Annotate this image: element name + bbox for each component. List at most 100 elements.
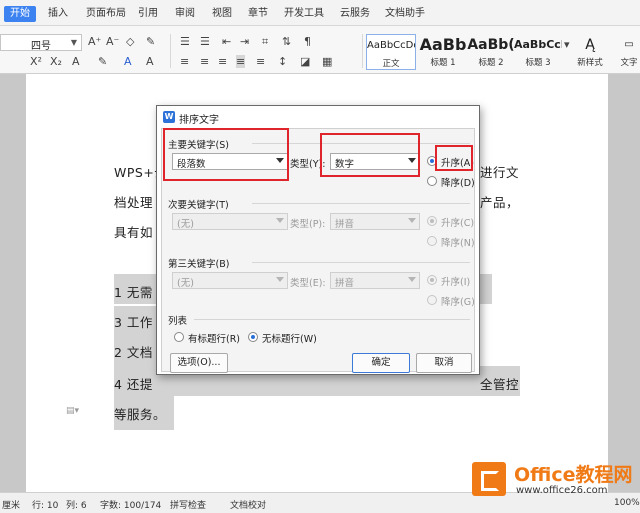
group-divider — [252, 203, 470, 204]
doc-fragment: 全管控 — [480, 377, 520, 392]
annotation-box-ascending — [435, 145, 473, 171]
shrink-font-icon[interactable]: A⁻ — [106, 35, 119, 48]
primary-desc-radio[interactable] — [427, 176, 437, 186]
clear-format-icon[interactable]: ◇ — [126, 35, 134, 48]
style-heading-2[interactable]: AaBb( 标题 2 — [466, 34, 516, 70]
secondary-key-select[interactable]: (无) — [172, 213, 288, 230]
align-right-icon[interactable]: ≡ — [218, 55, 227, 68]
third-type-label: 类型(E): — [290, 278, 326, 289]
justify-icon[interactable]: ≡ — [236, 55, 246, 68]
status-col: 列: 6 — [66, 501, 87, 511]
third-desc-label[interactable]: 降序(G) — [441, 294, 475, 308]
text-color-icon[interactable]: ✎ — [98, 55, 107, 68]
no-header-label[interactable]: 无标题行(W) — [262, 331, 317, 345]
secondary-desc-radio[interactable] — [427, 236, 437, 246]
tab-doc-assistant[interactable]: 文档助手 — [385, 6, 425, 22]
tab-view[interactable]: 视图 — [212, 6, 232, 22]
chinese-layout-icon[interactable]: ⌗ — [262, 35, 268, 49]
secondary-key-label: 次要关键字(T) — [168, 200, 229, 211]
third-asc-label[interactable]: 升序(I) — [441, 274, 470, 288]
tab-cloud[interactable]: 云服务 — [340, 6, 370, 22]
superscript-icon[interactable]: X² — [30, 55, 42, 68]
secondary-type-select[interactable]: 拼音 — [330, 213, 420, 230]
style-name: 标题 2 — [478, 58, 504, 68]
toolbar-divider — [362, 34, 363, 68]
third-desc-radio[interactable] — [427, 295, 437, 305]
cancel-button[interactable]: 取消 — [416, 353, 472, 373]
indent-icon[interactable]: ⇥ — [240, 35, 249, 48]
paragraph-mark-icon[interactable]: ▤▾ — [66, 406, 79, 416]
tab-insert[interactable]: 插入 — [48, 6, 68, 22]
char-shading-icon[interactable]: A — [146, 55, 154, 68]
third-key-value: (无) — [177, 278, 194, 289]
has-header-radio[interactable] — [174, 332, 184, 342]
text-tool-label: 文字 — [620, 58, 638, 68]
align-left-icon[interactable]: ≡ — [180, 55, 189, 68]
has-header-label[interactable]: 有标题行(R) — [188, 331, 240, 345]
third-key-label: 第三关键字(B) — [168, 259, 230, 270]
doc-line: 3 工作 — [114, 315, 153, 330]
shading-icon[interactable]: ◪ — [300, 55, 310, 68]
grow-font-icon[interactable]: A⁺ — [88, 35, 101, 48]
distribute-icon[interactable]: ≡ — [256, 55, 265, 68]
ok-button[interactable]: 确定 — [352, 353, 410, 373]
tab-home[interactable]: 开始 — [4, 6, 36, 22]
doc-fragment: 产品， — [480, 195, 520, 210]
numbered-list-icon[interactable]: ☰ — [200, 35, 210, 48]
primary-desc-label[interactable]: 降序(D) — [441, 175, 475, 189]
secondary-asc-radio[interactable] — [427, 216, 437, 226]
annotation-box-primary-key — [163, 128, 289, 181]
group-divider — [194, 319, 470, 320]
font-color-icon[interactable]: A — [124, 55, 132, 68]
chevron-down-icon — [276, 277, 284, 282]
status-unit: 厘米 — [2, 501, 21, 511]
ribbon-tabs: 开始 插入 页面布局 引用 审阅 视图 章节 开发工具 云服务 文档助手 — [0, 0, 640, 26]
new-style-button[interactable]: Ą 新样式 — [570, 34, 610, 70]
doc-check-toggle[interactable]: 文档校对 — [230, 498, 266, 511]
bullet-list-icon[interactable]: ☰ — [180, 35, 190, 48]
font-size-select[interactable]: 四号 ▼ — [0, 34, 82, 52]
third-asc-radio[interactable] — [427, 275, 437, 285]
doc-line: 1 无需 — [114, 285, 153, 300]
office26-watermark: Office教程网 www.office26.com — [470, 458, 640, 504]
style-heading-1[interactable]: AaBb 标题 1 — [418, 34, 468, 70]
watermark-brand: Office教程网 — [514, 464, 633, 486]
no-header-radio[interactable] — [248, 332, 258, 342]
pinyin-icon[interactable]: ✎ — [146, 35, 155, 48]
tab-page-layout[interactable]: 页面布局 — [86, 6, 126, 22]
text-tool-button[interactable]: ▭ 文字 — [614, 34, 640, 70]
secondary-desc-label[interactable]: 降序(N) — [441, 235, 475, 249]
show-marks-icon[interactable]: ¶ — [304, 35, 311, 48]
line-spacing-icon[interactable]: ↕ — [278, 55, 287, 68]
subscript-icon[interactable]: X₂ — [50, 55, 62, 68]
doc-line: 2 文档 — [114, 345, 153, 360]
outdent-icon[interactable]: ⇤ — [222, 35, 231, 48]
style-sample: AaBbCcI — [514, 38, 562, 51]
style-name: 正文 — [382, 59, 400, 69]
text-tool-icon: ▭ — [624, 39, 634, 50]
borders-icon[interactable]: ▦ — [322, 55, 332, 68]
tab-references[interactable]: 引用 — [138, 6, 158, 22]
third-type-select[interactable]: 拼音 — [330, 272, 420, 289]
styles-more-icon[interactable]: ▾ — [564, 38, 570, 51]
spell-check-toggle[interactable]: 拼写检查 — [170, 498, 206, 511]
status-word-count[interactable]: 字数: 100/174 — [100, 498, 161, 511]
new-style-label: 新样式 — [577, 58, 603, 68]
tab-review[interactable]: 审阅 — [175, 6, 195, 22]
tab-section[interactable]: 章节 — [248, 6, 268, 22]
highlight-icon[interactable]: A — [72, 55, 80, 68]
tab-developer[interactable]: 开发工具 — [284, 6, 324, 22]
chevron-down-icon — [408, 218, 416, 223]
secondary-type-label: 类型(P): — [290, 219, 326, 230]
style-heading-3[interactable]: AaBbCcI 标题 3 — [514, 34, 562, 70]
align-center-icon[interactable]: ≡ — [200, 55, 209, 68]
options-button[interactable]: 选项(O)... — [170, 353, 228, 373]
third-key-select[interactable]: (无) — [172, 272, 288, 289]
doc-line: 档处理 — [114, 195, 154, 210]
annotation-box-type — [320, 133, 420, 177]
sort-icon[interactable]: ⇅ — [282, 35, 291, 48]
secondary-asc-label[interactable]: 升序(C) — [441, 215, 474, 229]
chevron-down-icon — [276, 218, 284, 223]
style-normal[interactable]: AaBbCcDd 正文 — [366, 34, 416, 70]
dialog-titlebar[interactable]: W 排序文字 — [157, 106, 479, 128]
